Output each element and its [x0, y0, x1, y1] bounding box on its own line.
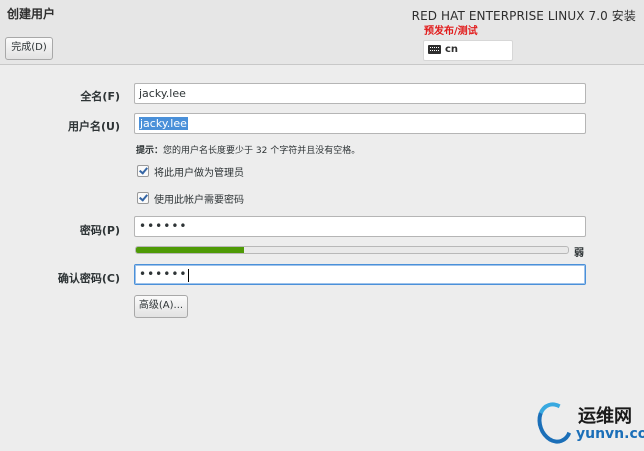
- confirm-password-label: 确认密码(C): [57, 272, 120, 285]
- hint-text: 您的用户名长度要少于 32 个字符并且没有空格。: [163, 146, 361, 156]
- watermark-title: 运维网: [578, 406, 632, 427]
- done-button[interactable]: 完成(D): [5, 37, 53, 60]
- username-hint: 提示：您的用户名长度要少于 32 个字符并且没有空格。: [136, 143, 360, 156]
- header-bar: 创建用户 完成(D) RED HAT ENTERPRISE LINUX 7.0 …: [0, 0, 644, 65]
- keyboard-layout-indicator[interactable]: cn: [423, 40, 513, 61]
- checkbox-checked-icon: [137, 165, 149, 177]
- password-strength-fill: [136, 247, 244, 253]
- hint-title: 提示：: [136, 146, 164, 156]
- checkbox-checked-icon: [137, 192, 149, 204]
- password-strength-bar: [135, 246, 569, 254]
- username-input[interactable]: jacky.lee: [134, 113, 586, 134]
- site-watermark: 运维网 yunvn.com: [531, 397, 644, 449]
- password-strength-label: 弱: [574, 248, 584, 259]
- fullname-value: jacky.lee: [139, 87, 186, 100]
- password-input[interactable]: ••••••: [134, 216, 586, 237]
- prerelease-banner: 预发布/测试: [424, 26, 478, 37]
- fullname-input[interactable]: jacky.lee: [134, 83, 586, 104]
- page-title: 创建用户: [7, 7, 56, 21]
- advanced-button[interactable]: 高级(A)...: [134, 295, 188, 318]
- confirm-password-value: ••••••: [139, 267, 188, 281]
- admin-checkbox-label: 将此用户做为管理员: [154, 168, 244, 179]
- require-password-label: 使用此帐户需要密码: [154, 195, 244, 206]
- text-caret: [188, 268, 190, 282]
- password-value: ••••••: [139, 219, 188, 233]
- keyboard-icon: [428, 45, 441, 54]
- fullname-label: 全名(F): [80, 90, 120, 103]
- keyboard-layout-label: cn: [445, 44, 459, 55]
- confirm-password-input[interactable]: ••••••: [134, 264, 586, 285]
- password-label: 密码(P): [79, 224, 120, 237]
- username-label: 用户名(U): [68, 120, 120, 133]
- swoosh-logo-icon: [531, 397, 579, 449]
- username-value: jacky.lee: [139, 117, 188, 130]
- watermark-url: yunvn.com: [576, 426, 644, 442]
